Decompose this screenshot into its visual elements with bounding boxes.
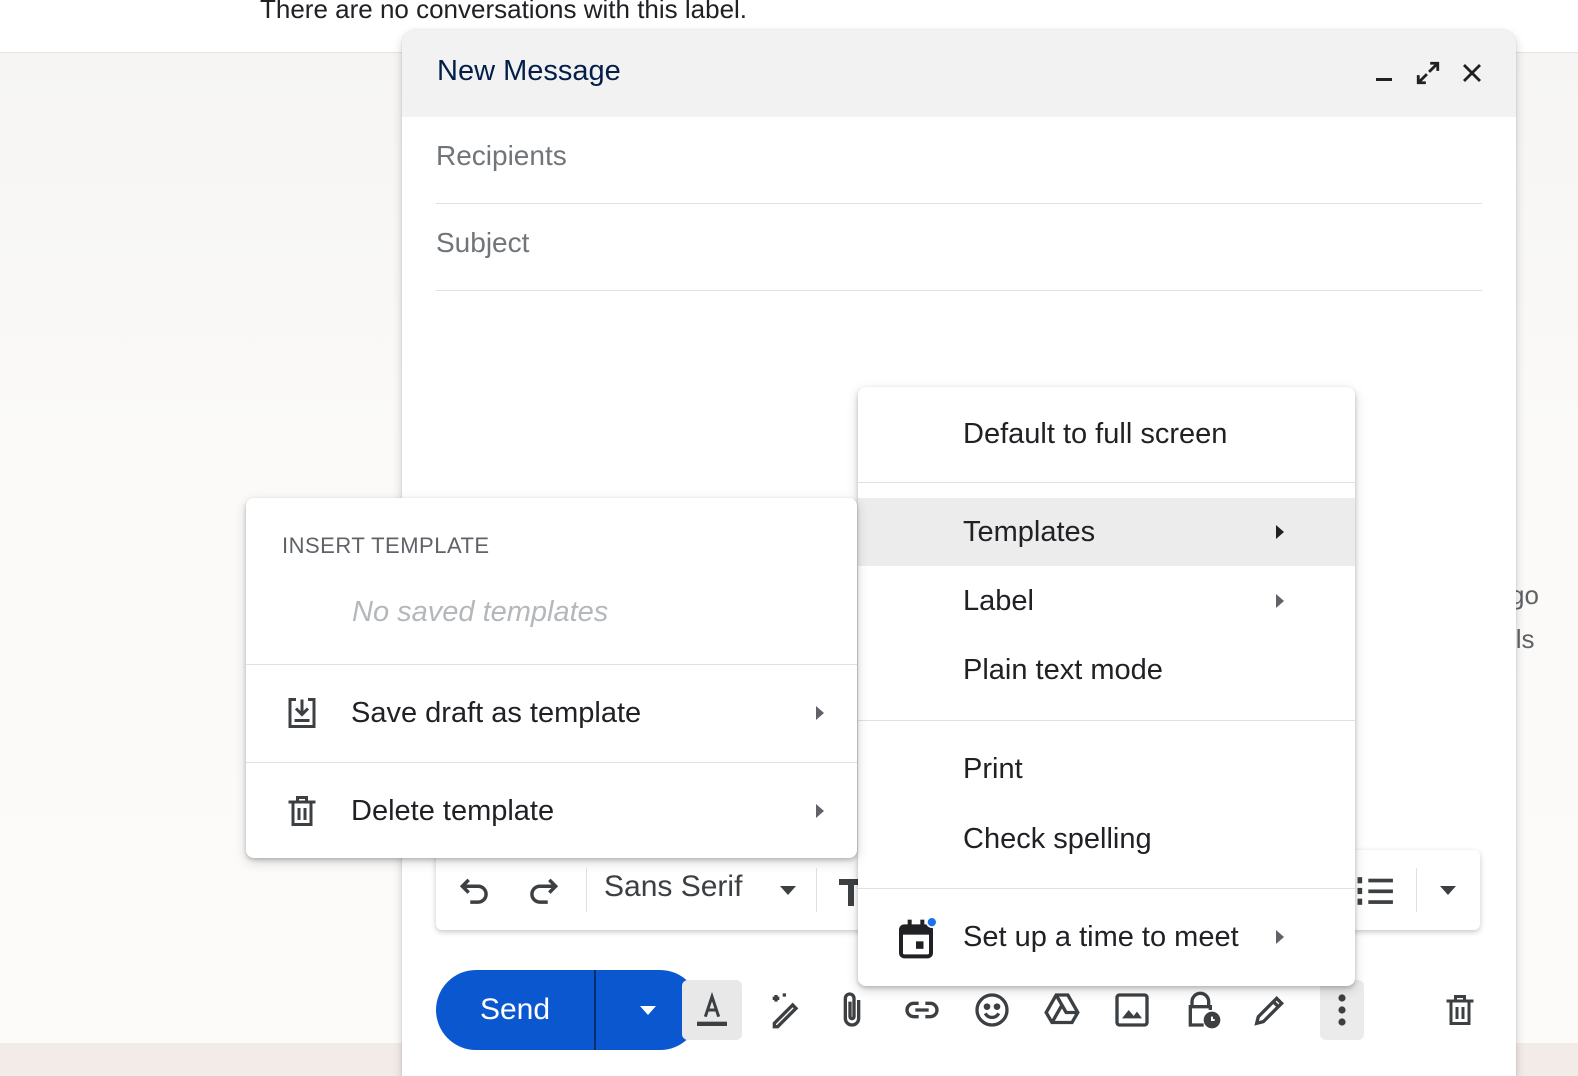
menu-divider bbox=[246, 664, 857, 665]
submenu-arrow-icon bbox=[1276, 594, 1284, 608]
formatting-options-button[interactable] bbox=[682, 980, 742, 1040]
expand-icon bbox=[1416, 61, 1440, 85]
compose-title: New Message bbox=[437, 55, 621, 87]
insert-signature-button[interactable] bbox=[1244, 984, 1296, 1036]
send-button-group: Send bbox=[436, 970, 700, 1050]
submenu-arrow-icon bbox=[816, 804, 824, 818]
toolbar-divider bbox=[586, 868, 587, 912]
recipients-input[interactable] bbox=[436, 140, 1482, 172]
more-options-button[interactable] bbox=[1320, 980, 1364, 1040]
menu-item-save-draft-template[interactable]: Save draft as template bbox=[246, 678, 857, 748]
close-icon bbox=[1463, 64, 1481, 82]
minimize-icon bbox=[1376, 78, 1392, 81]
photo-icon bbox=[1115, 993, 1149, 1027]
submenu-arrow-icon bbox=[816, 706, 824, 720]
insert-emoji-button[interactable] bbox=[966, 984, 1018, 1036]
save-template-icon bbox=[284, 695, 320, 739]
menu-divider bbox=[246, 762, 857, 763]
menu-item-delete-template[interactable]: Delete template bbox=[246, 776, 857, 846]
more-formatting-icon[interactable] bbox=[1436, 880, 1460, 905]
trash-icon bbox=[284, 793, 320, 837]
background-text-1: go bbox=[1510, 580, 1539, 610]
help-me-write-button[interactable] bbox=[760, 984, 812, 1036]
text-format-icon bbox=[697, 991, 727, 1026]
close-button[interactable] bbox=[1454, 55, 1490, 91]
no-templates-message: No saved templates bbox=[352, 596, 609, 628]
calendar-icon bbox=[896, 916, 938, 968]
menu-item-check-spelling[interactable]: Check spelling bbox=[858, 805, 1355, 873]
link-icon bbox=[905, 1001, 939, 1019]
more-options-icon bbox=[1338, 994, 1346, 1026]
emoji-icon bbox=[975, 993, 1009, 1027]
ai-write-icon bbox=[772, 993, 799, 1029]
insert-drive-button[interactable] bbox=[1036, 984, 1088, 1036]
attach-files-button[interactable] bbox=[826, 984, 878, 1036]
chevron-down-icon bbox=[640, 1006, 656, 1015]
undo-icon[interactable] bbox=[456, 872, 494, 915]
submenu-arrow-icon bbox=[1276, 930, 1284, 944]
insert-template-heading: INSERT TEMPLATE bbox=[282, 533, 490, 558]
menu-item-set-up-meeting[interactable]: Set up a time to meet bbox=[858, 902, 1355, 972]
background-text-2: ils bbox=[1510, 624, 1535, 654]
numbered-list-icon[interactable] bbox=[1356, 872, 1396, 915]
insert-link-button[interactable] bbox=[896, 984, 948, 1036]
subject-input[interactable] bbox=[436, 227, 1482, 259]
menu-item-plain-text-mode[interactable]: Plain text mode bbox=[858, 636, 1355, 704]
font-family-select[interactable]: Sans Serif bbox=[604, 870, 742, 904]
redo-icon[interactable] bbox=[524, 872, 562, 915]
minimize-button[interactable] bbox=[1366, 55, 1402, 91]
toolbar-divider bbox=[816, 868, 817, 912]
signature-icon bbox=[1254, 995, 1285, 1026]
recipients-field[interactable] bbox=[436, 140, 1482, 204]
menu-divider bbox=[858, 482, 1355, 483]
more-options-menu: Default to full screen Templates Label P… bbox=[858, 387, 1355, 986]
font-dropdown-icon[interactable] bbox=[776, 880, 800, 905]
send-button[interactable]: Send bbox=[436, 970, 594, 1050]
toolbar-divider bbox=[1416, 868, 1417, 912]
attach-icon bbox=[843, 992, 861, 1027]
expand-button[interactable] bbox=[1410, 55, 1446, 91]
insert-photo-button[interactable] bbox=[1106, 984, 1158, 1036]
menu-divider bbox=[858, 888, 1355, 889]
subject-field[interactable] bbox=[436, 227, 1482, 291]
discard-draft-button[interactable] bbox=[1434, 984, 1486, 1036]
confidential-mode-button[interactable] bbox=[1176, 984, 1228, 1036]
drive-icon bbox=[1044, 993, 1080, 1025]
templates-submenu: INSERT TEMPLATE No saved templates Save … bbox=[246, 498, 857, 858]
menu-item-label[interactable]: Label bbox=[858, 567, 1355, 635]
menu-item-default-full-screen[interactable]: Default to full screen bbox=[858, 399, 1355, 469]
submenu-arrow-icon bbox=[1276, 525, 1284, 539]
confidential-icon bbox=[1188, 991, 1221, 1029]
menu-item-templates[interactable]: Templates bbox=[858, 498, 1355, 566]
menu-item-print[interactable]: Print bbox=[858, 735, 1355, 803]
empty-label-message: There are no conversations with this lab… bbox=[260, 0, 748, 24]
trash-icon bbox=[1446, 995, 1474, 1025]
menu-divider bbox=[858, 720, 1355, 721]
compose-header[interactable]: New Message bbox=[402, 30, 1516, 117]
